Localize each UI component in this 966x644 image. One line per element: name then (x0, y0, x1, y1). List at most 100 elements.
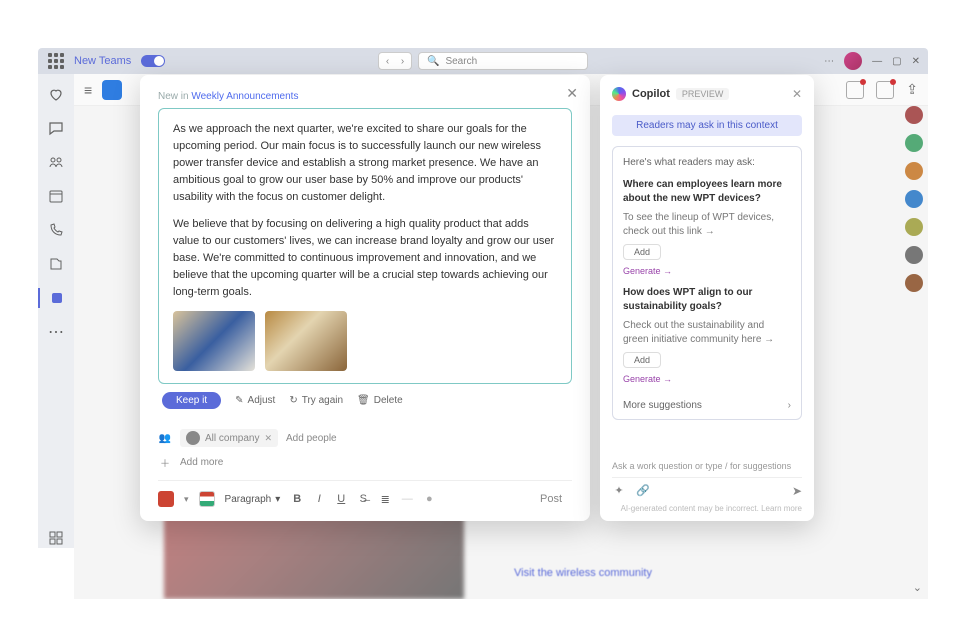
inbox-icon[interactable] (876, 81, 894, 99)
ai-disclaimer: AI-generated content may be incorrect. L… (612, 504, 802, 513)
refresh-icon: ↻ (289, 395, 297, 406)
compose-destination: New in Weekly Announcements (158, 91, 572, 102)
rail-files[interactable] (46, 254, 66, 274)
person-avatar[interactable] (905, 162, 923, 180)
person-avatar[interactable] (905, 246, 923, 264)
more-format-icon[interactable]: ● (422, 493, 436, 505)
chip-label: All company (205, 433, 259, 444)
hamburger-icon[interactable]: ≡ (84, 82, 92, 98)
person-avatar[interactable] (905, 218, 923, 236)
copilot-header: Copilot PREVIEW ✕ (612, 87, 802, 101)
copilot-panel: Copilot PREVIEW ✕ Readers may ask in thi… (600, 75, 814, 521)
collapse-caret-icon[interactable]: ⌄ (913, 581, 922, 594)
window-minimize[interactable]: — (872, 56, 882, 67)
suggested-question: Where can employees learn more about the… (623, 178, 791, 276)
delete-button[interactable]: 🗑Delete (357, 395, 403, 406)
window-maximize[interactable]: ▢ (892, 56, 901, 67)
audience-chip[interactable]: All company ✕ (180, 429, 278, 447)
suggestions-card: Here's what readers may ask: Where can e… (612, 146, 802, 420)
share-icon[interactable]: ⇪ (906, 81, 918, 98)
app-picker-icon[interactable] (158, 491, 174, 507)
waffle-icon[interactable] (48, 53, 64, 69)
plus-icon: ＋ (158, 455, 172, 470)
post-button[interactable]: Post (530, 489, 572, 509)
body-paragraph: As we approach the next quarter, we're e… (173, 121, 557, 206)
rail-activity[interactable] (46, 84, 66, 104)
person-avatar[interactable] (905, 106, 923, 124)
italic-button[interactable]: I (312, 493, 326, 505)
compose-body[interactable]: As we approach the next quarter, we're e… (158, 108, 572, 384)
more-suggestions[interactable]: More suggestions › (623, 394, 791, 411)
context-pill: Readers may ask in this context (612, 115, 802, 136)
generate-link[interactable]: Generate → (623, 266, 791, 276)
rail-calendar[interactable] (46, 186, 66, 206)
question-body: Check out the sustainability and green i… (623, 319, 791, 346)
strike-button[interactable]: S̶ (356, 493, 370, 505)
adjust-button[interactable]: ✎Adjust (235, 395, 275, 406)
search-placeholder: Search (445, 56, 477, 67)
compose-toolbar: ▾ Paragraph▾ B I U S̶ ≣ — ● Post (158, 480, 572, 509)
paragraph-style-select[interactable]: Paragraph▾ (225, 494, 281, 505)
add-more-row[interactable]: ＋ Add more (158, 451, 572, 480)
add-button[interactable]: Add (623, 352, 661, 368)
card-lead: Here's what readers may ask: (623, 157, 791, 168)
window-close[interactable]: ✕ (912, 56, 920, 67)
rail-calls[interactable] (46, 220, 66, 240)
person-avatar[interactable] (905, 134, 923, 152)
try-again-button[interactable]: ↻Try again (289, 395, 343, 406)
attach-icon[interactable]: 🔗 (636, 484, 650, 498)
question-title: Where can employees learn more about the… (623, 178, 791, 205)
list-button[interactable]: ≣ (378, 493, 392, 506)
compose-dialog: ✕ New in Weekly Announcements As we appr… (140, 75, 590, 521)
notification-icon[interactable] (846, 81, 864, 99)
copilot-input[interactable]: ✦ 🔗 ➤ (612, 477, 802, 498)
destination-link[interactable]: Weekly Announcements (191, 91, 298, 102)
me-avatar[interactable] (844, 52, 862, 70)
question-body: To see the lineup of WPT devices, check … (623, 211, 791, 238)
app-rail: ⋯ (38, 74, 74, 548)
send-icon[interactable]: ➤ (792, 484, 802, 498)
search-icon: 🔍 (427, 56, 439, 67)
people-rail (900, 106, 928, 292)
people-icon: 👥 (158, 433, 172, 444)
chip-remove-icon[interactable]: ✕ (264, 433, 272, 444)
attached-image[interactable] (265, 311, 347, 371)
language-icon[interactable] (199, 491, 215, 507)
close-icon[interactable]: ✕ (566, 85, 578, 102)
chevron-right-icon: › (788, 400, 791, 411)
copilot-title: Copilot (632, 88, 670, 100)
community-link[interactable]: Visit the wireless community (514, 567, 652, 579)
keep-button[interactable]: Keep it (162, 392, 221, 409)
nav-back-forward[interactable]: ‹› (378, 52, 412, 70)
divider: — (400, 493, 414, 505)
body-paragraph: We believe that by focusing on deliverin… (173, 216, 557, 301)
add-button[interactable]: Add (623, 244, 661, 260)
adjust-icon: ✎ (235, 395, 243, 406)
new-teams-toggle[interactable] (141, 55, 165, 67)
rail-apps[interactable] (46, 528, 66, 548)
question-title: How does WPT align to our sustainability… (623, 286, 791, 313)
more-icon[interactable]: ⋯ (824, 56, 834, 67)
rail-viva-engage[interactable] (38, 288, 74, 308)
underline-button[interactable]: U (334, 493, 348, 505)
search-box[interactable]: 🔍 Search (418, 52, 588, 70)
close-icon[interactable]: ✕ (792, 87, 802, 101)
input-hint: Ask a work question or type / for sugges… (612, 461, 802, 471)
ai-actions: Keep it ✎Adjust ↻Try again 🗑Delete (158, 392, 572, 409)
rail-more[interactable]: ⋯ (46, 322, 66, 342)
person-avatar[interactable] (905, 274, 923, 292)
attached-image[interactable] (173, 311, 255, 371)
generate-link[interactable]: Generate → (623, 374, 791, 384)
engage-app-icon (102, 80, 122, 100)
trash-icon: 🗑 (357, 395, 370, 406)
rail-teams[interactable] (46, 152, 66, 172)
rail-chat[interactable] (46, 118, 66, 138)
add-people-link[interactable]: Add people (286, 433, 337, 444)
add-more-label: Add more (180, 457, 223, 468)
preview-badge: PREVIEW (676, 88, 730, 100)
titlebar: New Teams ‹› 🔍 Search ⋯ — ▢ ✕ (38, 48, 928, 74)
chip-avatar (186, 431, 200, 445)
sparkle-icon[interactable]: ✦ (612, 484, 626, 498)
person-avatar[interactable] (905, 190, 923, 208)
bold-button[interactable]: B (290, 493, 304, 505)
